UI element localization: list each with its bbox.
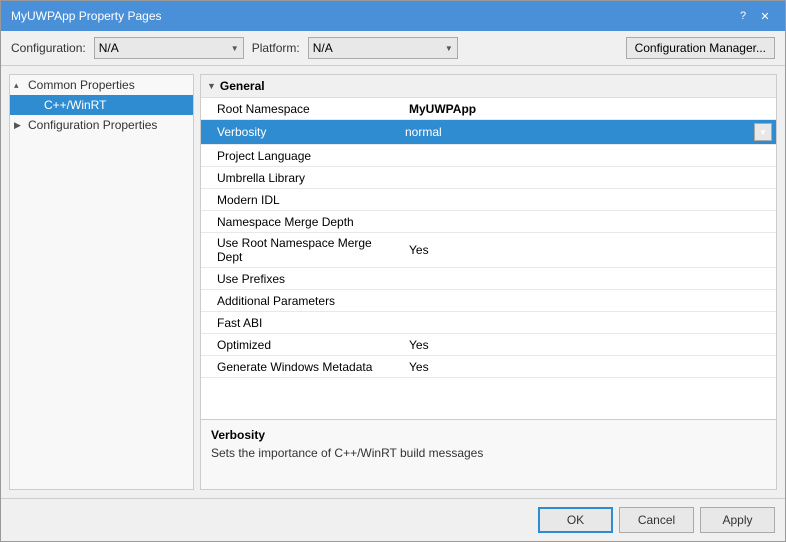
help-button[interactable]: ? (733, 7, 753, 25)
prop-row-fast-abi[interactable]: Fast ABI (201, 312, 776, 334)
tree-item-cppwinrt[interactable]: C++/WinRT (10, 95, 193, 115)
tree-label-config-properties: Configuration Properties (28, 118, 157, 132)
prop-name-umbrella-library: Umbrella Library (201, 168, 401, 188)
tree-item-config-properties[interactable]: ▶ Configuration Properties (10, 115, 193, 135)
prop-name-namespace-merge-depth: Namespace Merge Depth (201, 212, 401, 232)
property-pages-dialog: MyUWPApp Property Pages ? ✕ Configuratio… (0, 0, 786, 542)
config-bar: Configuration: N/A ▼ Platform: N/A ▼ Con… (1, 31, 785, 66)
prop-name-verbosity: Verbosity (201, 122, 401, 142)
configuration-value: N/A (99, 41, 119, 55)
prop-name-generate-windows-metadata: Generate Windows Metadata (201, 357, 401, 377)
footer: OK Cancel Apply (1, 498, 785, 541)
prop-row-umbrella-library[interactable]: Umbrella Library (201, 167, 776, 189)
prop-value-verbosity: normal (405, 125, 442, 139)
prop-value-project-language (401, 153, 776, 159)
prop-value-fast-abi (401, 320, 776, 326)
platform-dropdown[interactable]: N/A ▼ (308, 37, 458, 59)
cancel-button[interactable]: Cancel (619, 507, 694, 533)
prop-value-root-namespace: MyUWPApp (401, 99, 776, 119)
prop-value-additional-parameters (401, 298, 776, 304)
platform-label: Platform: (252, 41, 300, 55)
configuration-dropdown[interactable]: N/A ▼ (94, 37, 244, 59)
prop-value-umbrella-library (401, 175, 776, 181)
properties-panel: ▼ General Root Namespace MyUWPApp Verbos… (200, 74, 777, 490)
prop-name-additional-parameters: Additional Parameters (201, 291, 401, 311)
section-toggle-general[interactable]: ▼ (207, 81, 216, 91)
prop-value-modern-idl (401, 197, 776, 203)
prop-row-use-root-namespace-merge[interactable]: Use Root Namespace Merge Dept Yes (201, 233, 776, 268)
platform-dropdown-arrow: ▼ (445, 44, 453, 53)
prop-name-use-prefixes: Use Prefixes (201, 269, 401, 289)
close-button[interactable]: ✕ (755, 7, 775, 25)
prop-value-verbosity-container: normal ▼ (401, 120, 776, 144)
prop-value-optimized: Yes (401, 335, 776, 355)
apply-button[interactable]: Apply (700, 507, 775, 533)
verbosity-dropdown-arrow[interactable]: ▼ (754, 123, 772, 141)
prop-row-additional-parameters[interactable]: Additional Parameters (201, 290, 776, 312)
prop-row-root-namespace[interactable]: Root Namespace MyUWPApp (201, 98, 776, 120)
prop-row-project-language[interactable]: Project Language (201, 145, 776, 167)
tree-item-common-properties[interactable]: ▴ Common Properties (10, 75, 193, 95)
prop-row-namespace-merge-depth[interactable]: Namespace Merge Depth (201, 211, 776, 233)
properties-area: ▼ General Root Namespace MyUWPApp Verbos… (201, 75, 776, 419)
main-content: ▴ Common Properties C++/WinRT ▶ Configur… (1, 66, 785, 498)
prop-name-use-root-namespace-merge: Use Root Namespace Merge Dept (201, 233, 401, 267)
ok-button[interactable]: OK (538, 507, 613, 533)
tree-label-common-properties: Common Properties (28, 78, 135, 92)
configuration-dropdown-arrow: ▼ (231, 44, 239, 53)
prop-value-namespace-merge-depth (401, 219, 776, 225)
configuration-manager-button[interactable]: Configuration Manager... (626, 37, 775, 59)
description-title: Verbosity (211, 428, 766, 442)
description-area: Verbosity Sets the importance of C++/Win… (201, 419, 776, 489)
title-bar: MyUWPApp Property Pages ? ✕ (1, 1, 785, 31)
tree-label-cppwinrt: C++/WinRT (44, 98, 106, 112)
prop-row-use-prefixes[interactable]: Use Prefixes (201, 268, 776, 290)
dialog-title: MyUWPApp Property Pages (11, 9, 162, 23)
description-text: Sets the importance of C++/WinRT build m… (211, 446, 766, 460)
section-label-general: General (220, 79, 265, 93)
configuration-label: Configuration: (11, 41, 86, 55)
prop-name-optimized: Optimized (201, 335, 401, 355)
tree-toggle-common: ▴ (14, 80, 28, 91)
section-header-general: ▼ General (201, 75, 776, 98)
prop-value-use-prefixes (401, 276, 776, 282)
prop-row-verbosity[interactable]: Verbosity normal ▼ (201, 120, 776, 145)
tree-panel: ▴ Common Properties C++/WinRT ▶ Configur… (9, 74, 194, 490)
prop-name-project-language: Project Language (201, 146, 401, 166)
prop-row-generate-windows-metadata[interactable]: Generate Windows Metadata Yes (201, 356, 776, 378)
title-bar-controls: ? ✕ (733, 7, 775, 25)
platform-value: N/A (313, 41, 333, 55)
prop-name-root-namespace: Root Namespace (201, 99, 401, 119)
prop-name-modern-idl: Modern IDL (201, 190, 401, 210)
prop-value-use-root-namespace-merge: Yes (401, 240, 776, 260)
prop-name-fast-abi: Fast ABI (201, 313, 401, 333)
tree-toggle-config: ▶ (14, 120, 28, 131)
prop-row-optimized[interactable]: Optimized Yes (201, 334, 776, 356)
prop-row-modern-idl[interactable]: Modern IDL (201, 189, 776, 211)
prop-value-generate-windows-metadata: Yes (401, 357, 776, 377)
